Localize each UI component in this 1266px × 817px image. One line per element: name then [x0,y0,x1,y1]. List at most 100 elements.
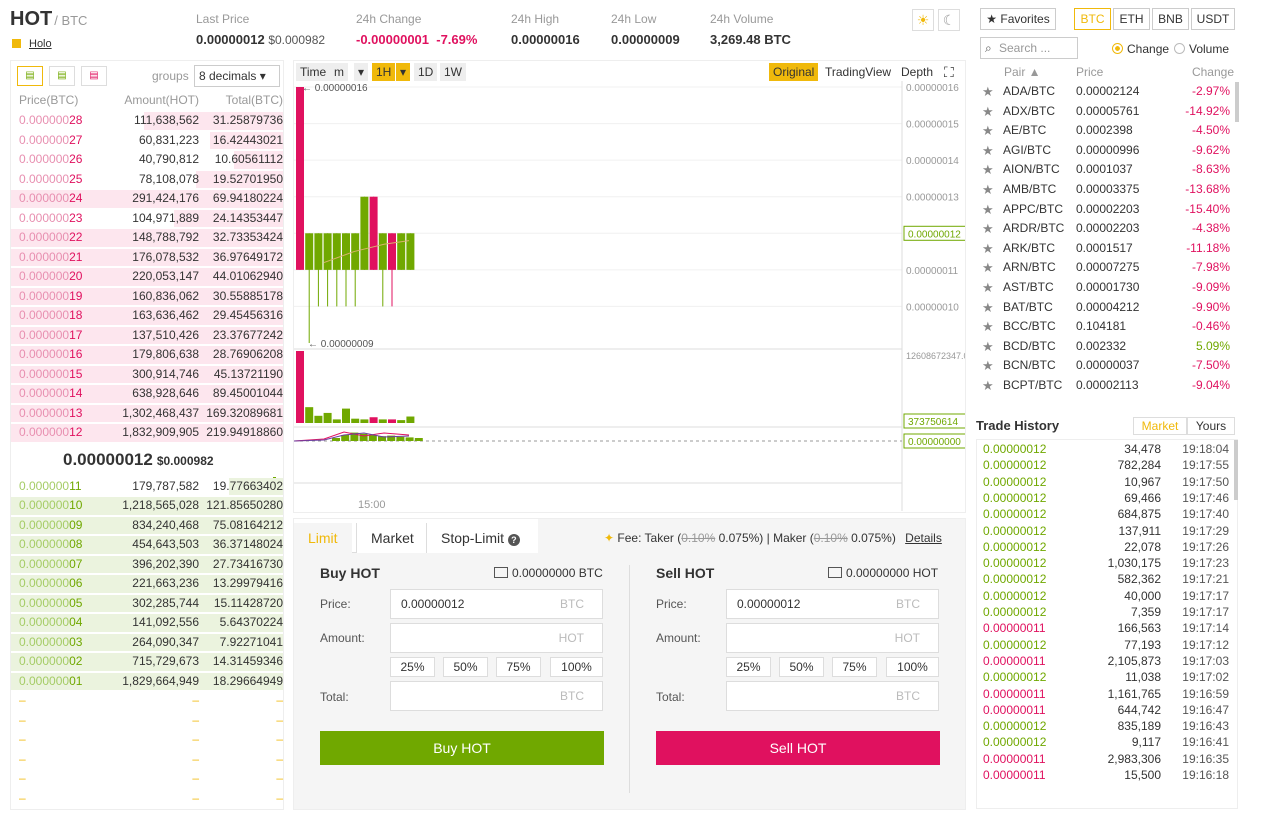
favorite-star-icon[interactable]: ★ [982,298,994,318]
favorite-star-icon[interactable]: ★ [982,317,994,337]
price-chart[interactable]: Time m ▾ 1H ▾ 1D 1W Original TradingView… [293,60,966,513]
pair-list-scrollbar[interactable] [1235,82,1239,122]
interval-minutes[interactable]: m [330,63,348,81]
interval-1d[interactable]: 1D [414,63,438,81]
pair-row[interactable]: ★ BCN/BTC 0.00000037 -7.50% [976,356,1238,376]
ask-row[interactable]: 0.00000027 60,831,223 16.42443021 [11,131,283,151]
buy-100-percent-button[interactable]: 100% [550,657,603,677]
ask-row[interactable]: 0.00000020 220,053,147 44.01062940 [11,267,283,287]
pair-row[interactable]: ★ ARK/BTC 0.0001517 -11.18% [976,239,1238,259]
ask-row[interactable]: 0.00000016 179,806,638 28.76906208 [11,345,283,365]
favorite-star-icon[interactable]: ★ [982,278,994,298]
market-tab-btc[interactable]: BTC [1074,8,1111,30]
ask-row[interactable]: 0.00000018 163,636,462 29.45456316 [11,306,283,326]
bid-row[interactable]: 0.00000010 1,218,565,028 121.85650280 [11,496,283,516]
favorite-star-icon[interactable]: ★ [982,258,994,278]
bid-row[interactable]: 0.00000005 302,285,744 15.11428720 [11,594,283,614]
buy-price-input[interactable]: 0.00000012 BTC [390,589,603,619]
sell-button[interactable]: Sell HOT [656,731,940,765]
favorite-star-icon[interactable]: ★ [982,219,994,239]
buy-total-input[interactable]: BTC [390,681,603,711]
bid-row[interactable]: 0.00000002 715,729,673 14.31459346 [11,652,283,672]
asks-only-view-icon[interactable]: ▤ [81,66,107,86]
view-tradingview[interactable]: TradingView [821,63,896,81]
tab-market[interactable]: Market [356,523,428,553]
bid-row[interactable]: 0.00000004 141,092,556 5.64370224 [11,613,283,633]
ask-row[interactable]: 0.00000028 111,638,562 31.25879736 [11,111,283,131]
pair-row[interactable]: ★ APPC/BTC 0.00002203 -15.40% [976,200,1238,220]
favorite-star-icon[interactable]: ★ [982,356,994,376]
favorite-star-icon[interactable]: ★ [982,376,994,396]
pair-row[interactable]: ★ BCPT/BTC 0.00002113 -9.04% [976,376,1238,396]
ask-row[interactable]: 0.00000021 176,078,532 36.97649172 [11,248,283,268]
dark-theme-icon[interactable]: ☾ [938,9,960,31]
ask-row[interactable]: 0.00000019 160,836,062 30.55885178 [11,287,283,307]
tab-stop-limit[interactable]: Stop-Limit ? [426,523,538,553]
favorite-star-icon[interactable]: ★ [982,141,994,161]
pair-row[interactable]: ★ BCC/BTC 0.104181 -0.46% [976,317,1238,337]
favorites-tab[interactable]: ★ Favorites [980,8,1056,30]
history-tab-yours[interactable]: Yours [1187,417,1235,435]
ask-row[interactable]: 0.00000012 1,832,909,905 219.94918860 [11,423,283,443]
favorite-star-icon[interactable]: ★ [982,200,994,220]
sort-change-radio[interactable]: Change [1112,42,1169,56]
ask-row[interactable]: 0.00000022 148,788,792 32.73353424 [11,228,283,248]
sell-25-percent-button[interactable]: 25% [726,657,771,677]
favorite-star-icon[interactable]: ★ [982,82,994,102]
favorite-star-icon[interactable]: ★ [982,239,994,259]
bid-row[interactable]: 0.00000009 834,240,468 75.08164212 [11,516,283,536]
sell-50-percent-button[interactable]: 50% [779,657,824,677]
sort-volume-radio[interactable]: Volume [1174,42,1229,56]
interval-1h[interactable]: 1H [372,63,396,81]
buy-75-percent-button[interactable]: 75% [496,657,541,677]
bid-row[interactable]: 0.00000008 454,643,503 36.37148024 [11,535,283,555]
hour-dropdown-icon[interactable]: ▾ [396,63,411,81]
favorite-star-icon[interactable]: ★ [982,337,994,357]
pair-row[interactable]: ★ ARN/BTC 0.00007275 -7.98% [976,258,1238,278]
ask-row[interactable]: 0.00000025 78,108,078 19.52701950 [11,170,283,190]
pair-row[interactable]: ★ AMB/BTC 0.00003375 -13.68% [976,180,1238,200]
fullscreen-icon[interactable]: ⛶ [940,63,958,81]
project-name[interactable]: Holo [29,38,52,50]
bid-row[interactable]: 0.00000007 396,202,390 27.73416730 [11,555,283,575]
ask-row[interactable]: 0.00000014 638,928,646 89.45001044 [11,384,283,404]
bid-row[interactable]: 0.00000001 1,829,664,949 18.29664949 [11,672,283,692]
pair-row[interactable]: ★ ADA/BTC 0.00002124 -2.97% [976,82,1238,102]
pair-row[interactable]: ★ ADX/BTC 0.00005761 -14.92% [976,102,1238,122]
view-depth[interactable]: Depth [897,63,938,81]
market-tab-bnb[interactable]: BNB [1152,8,1189,30]
interval-1w[interactable]: 1W [440,63,466,81]
ask-row[interactable]: 0.00000013 1,302,468,437 169.32089681 [11,404,283,424]
help-icon[interactable]: ? [507,534,520,546]
bid-row[interactable]: 0.00000003 264,090,347 7.92271041 [11,633,283,653]
pair-row[interactable]: ★ AION/BTC 0.0001037 -8.63% [976,160,1238,180]
tab-limit[interactable]: Limit [294,523,352,553]
sell-amount-input[interactable]: HOT [726,623,939,653]
history-tab-market[interactable]: Market [1133,417,1187,435]
pair-row[interactable]: ★ AST/BTC 0.00001730 -9.09% [976,278,1238,298]
project-link[interactable]: Holo [12,38,52,50]
light-theme-icon[interactable]: ☀ [912,9,934,31]
market-tab-eth[interactable]: ETH [1113,8,1150,30]
sell-75-percent-button[interactable]: 75% [832,657,877,677]
pair-row[interactable]: ★ BCD/BTC 0.002332 5.09% [976,337,1238,357]
favorite-star-icon[interactable]: ★ [982,121,994,141]
pair-row[interactable]: ★ AE/BTC 0.0002398 -4.50% [976,121,1238,141]
sell-total-input[interactable]: BTC [726,681,939,711]
bid-row[interactable]: 0.00000011 179,787,582 19.77663402 [11,477,283,497]
pair-row[interactable]: ★ AGI/BTC 0.00000996 -9.62% [976,141,1238,161]
column-price[interactable]: Price [1076,65,1103,79]
favorite-star-icon[interactable]: ★ [982,180,994,200]
fee-details-link[interactable]: Details [905,531,942,545]
ask-row[interactable]: 0.00000024 291,424,176 69.94180224 [11,189,283,209]
ask-row[interactable]: 0.00000023 104,971,889 24.14353447 [11,209,283,229]
decimals-select[interactable]: 8 decimals ▾ [194,65,280,87]
both-sides-view-icon[interactable]: ▤ [17,66,43,86]
ask-row[interactable]: 0.00000026 40,790,812 10.60561112 [11,150,283,170]
buy-amount-input[interactable]: HOT [390,623,603,653]
sell-price-input[interactable]: 0.00000012 BTC [726,589,939,619]
pair-row[interactable]: ★ ARDR/BTC 0.00002203 -4.38% [976,219,1238,239]
pair-search-input[interactable]: ⌕ Search ... [980,37,1078,59]
favorite-star-icon[interactable]: ★ [982,102,994,122]
minutes-dropdown-icon[interactable]: ▾ [354,63,369,81]
